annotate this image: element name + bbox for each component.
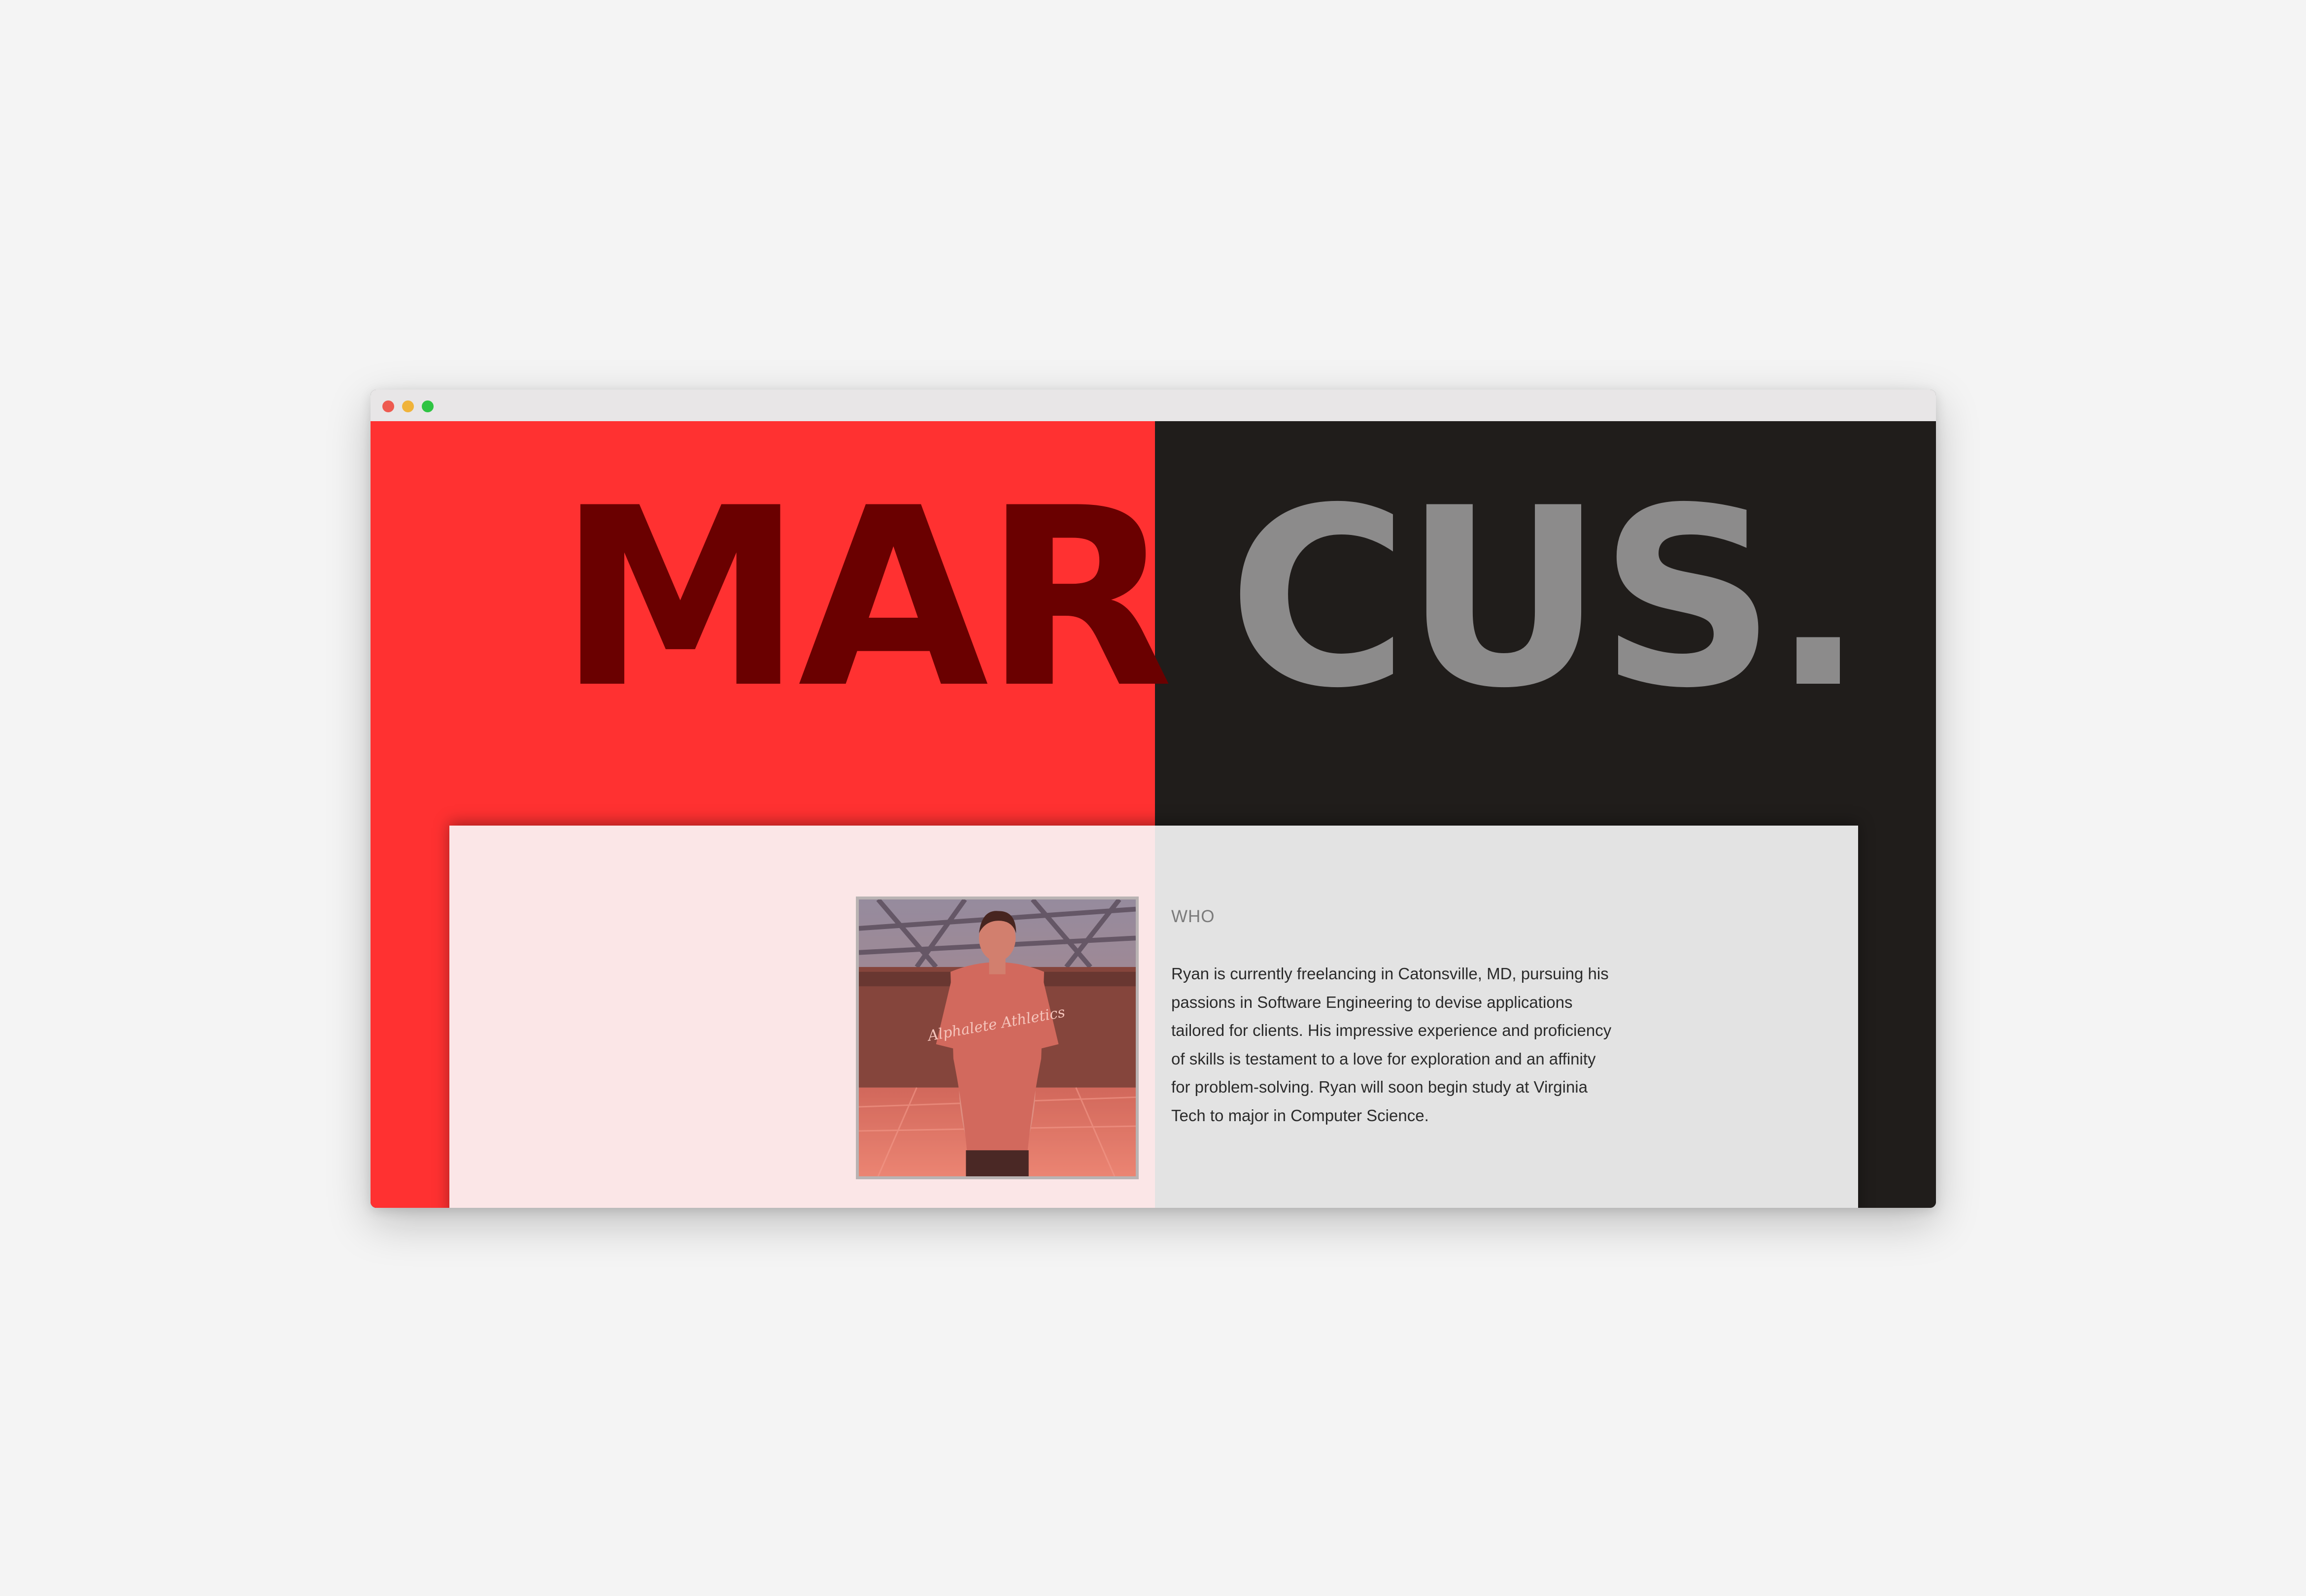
bio-paragraph: Ryan is currently freelancing in Catonsv… (1171, 964, 1612, 1125)
section-heading-who: WHO (1171, 907, 1215, 926)
hero-title-right: CUS. (1228, 455, 1865, 742)
maximize-window-button[interactable] (422, 400, 434, 412)
browser-titlebar (371, 390, 1936, 421)
profile-photo-illustration: Alphalete Athletics (859, 899, 1136, 1176)
minimize-window-button[interactable] (402, 400, 414, 412)
close-window-button[interactable] (382, 400, 394, 412)
hero-title-left: MAR (558, 455, 1174, 742)
profile-photo: Alphalete Athletics (856, 897, 1139, 1179)
page-viewport[interactable]: MAR CUS. Alphalete Athletics WHO Ryan is… (371, 421, 1936, 1208)
browser-window: MAR CUS. Alphalete Athletics WHO Ryan is… (371, 390, 1936, 1208)
about-card: Alphalete Athletics WHO Ryan is currentl… (449, 826, 1858, 1208)
